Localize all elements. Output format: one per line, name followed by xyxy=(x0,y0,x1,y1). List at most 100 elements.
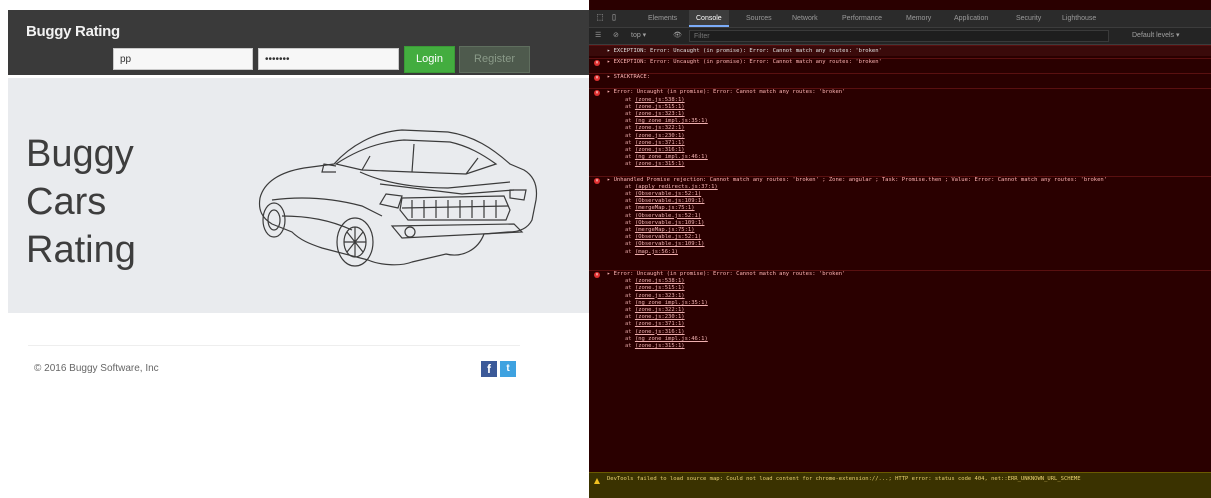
stack-frame-prefix: at xyxy=(625,205,635,212)
source-link[interactable]: (zone.js:315:1) xyxy=(635,343,685,349)
source-link[interactable]: (ng_zone_impl.js:46:1) xyxy=(635,154,708,160)
twitter-icon[interactable]: t xyxy=(500,361,516,377)
stack-frame: at (ng_zone_impl.js:35:1) xyxy=(607,118,1211,125)
source-link[interactable]: (mergeMap.js:75:1) xyxy=(635,205,695,211)
console-error: × ▸ Error: Uncaught (in promise): Error: … xyxy=(589,88,1211,173)
error-message-text[interactable]: ▸ Error: Uncaught (in promise): Error: C… xyxy=(607,271,1211,278)
footer-divider xyxy=(28,345,520,346)
stack-frame: at (zone.js:316:1) xyxy=(607,329,1211,336)
brand-link[interactable]: Buggy Rating xyxy=(26,23,120,40)
device-toolbar-icon[interactable]: ▯ xyxy=(608,12,620,24)
stack-frame-prefix: at xyxy=(625,125,635,132)
console-filter-input[interactable]: Filter xyxy=(689,30,1109,42)
tab-sources[interactable]: Sources xyxy=(739,10,779,27)
login-field[interactable] xyxy=(113,48,253,70)
source-link[interactable]: (mergeMap.js:75:1) xyxy=(635,227,695,233)
error-message-text[interactable]: ▸ STACKTRACE: xyxy=(607,74,1211,81)
source-link[interactable]: (zone.js:371:1) xyxy=(635,140,685,146)
stack-frame: at (mergeMap.js:75:1) xyxy=(607,227,1211,234)
tab-console[interactable]: Console xyxy=(689,10,729,27)
stack-frame: at (ng_zone_impl.js:46:1) xyxy=(607,336,1211,343)
stack-frame: at (zone.js:538:1) xyxy=(607,278,1211,285)
context-selector[interactable]: top ▾ xyxy=(631,30,646,42)
stack-frame-prefix: at xyxy=(625,227,635,234)
log-levels-dropdown[interactable]: Default levels ▾ xyxy=(1132,30,1179,42)
error-message-text[interactable]: ▸ Unhandled Promise rejection: Cannot ma… xyxy=(607,177,1211,184)
error-icon: × xyxy=(594,177,600,184)
source-link[interactable]: (zone.js:515:1) xyxy=(635,104,685,110)
source-link[interactable]: (zone.js:371:1) xyxy=(635,321,685,327)
source-link[interactable]: (Observable.js:109:1) xyxy=(635,198,705,204)
tab-elements[interactable]: Elements xyxy=(641,10,684,27)
tab-application[interactable]: Application xyxy=(947,10,995,27)
source-link[interactable]: (zone.js:515:1) xyxy=(635,285,685,291)
tab-security[interactable]: Security xyxy=(1009,10,1048,27)
error-icon: × xyxy=(594,90,600,97)
source-link[interactable]: (zone.js:322:1) xyxy=(635,307,685,313)
devtools-tabbar: ⬚ ▯ Elements Console Sources Network Perform… xyxy=(589,10,1211,28)
stack-frame-prefix: at xyxy=(625,96,635,103)
login-button[interactable]: Login xyxy=(404,46,455,73)
stack-frame-prefix: at xyxy=(625,154,635,161)
stack-frame: at (Observable.js:52:1) xyxy=(607,213,1211,220)
source-link[interactable]: (Observable.js:109:1) xyxy=(635,241,705,247)
console-error: × ▸ Error: Uncaught (in promise): Error: … xyxy=(589,270,1211,355)
error-message-text[interactable]: ▸ EXCEPTION: Error: Uncaught (in promise… xyxy=(607,59,1211,66)
register-button[interactable]: Register xyxy=(459,46,530,73)
source-link[interactable]: (Observable.js:52:1) xyxy=(635,191,701,197)
tab-memory[interactable]: Memory xyxy=(899,10,938,27)
source-link[interactable]: (Observable.js:52:1) xyxy=(635,213,701,219)
inspect-element-icon[interactable]: ⬚ xyxy=(594,12,606,24)
stack-frame: at (Observable.js:52:1) xyxy=(607,191,1211,198)
source-link[interactable]: (zone.js:230:1) xyxy=(635,314,685,320)
stack-frame-prefix: at xyxy=(625,118,635,125)
stack-frame-prefix: at xyxy=(625,292,635,299)
tab-network[interactable]: Network xyxy=(785,10,825,27)
sidebar-toggle-icon[interactable]: ☰ xyxy=(595,30,601,42)
stack-frame-prefix: at xyxy=(625,139,635,146)
source-link[interactable]: (zone.js:538:1) xyxy=(635,97,685,103)
tab-performance[interactable]: Performance xyxy=(835,10,889,27)
source-link[interactable]: (map.js:56:1) xyxy=(635,249,678,255)
stack-frame: at (zone.js:316:1) xyxy=(607,147,1211,154)
stack-frame-prefix: at xyxy=(625,343,635,350)
source-link[interactable]: (zone.js:230:1) xyxy=(635,133,685,139)
tab-lighthouse[interactable]: Lighthouse xyxy=(1055,10,1103,27)
stack-frame-prefix: at xyxy=(625,219,635,226)
stack-frame: at (Observable.js:52:1) xyxy=(607,234,1211,241)
error-icon: × xyxy=(594,60,600,66)
facebook-icon[interactable]: f xyxy=(481,361,497,377)
stack-frame: at (zone.js:230:1) xyxy=(607,314,1211,321)
source-link[interactable]: (ng_zone_impl.js:35:1) xyxy=(635,300,708,306)
source-link[interactable]: (ng_zone_impl.js:35:1) xyxy=(635,118,708,124)
source-link[interactable]: (ng_zone_impl.js:46:1) xyxy=(635,336,708,342)
error-message-text[interactable]: ▸ Error: Uncaught (in promise): Error: C… xyxy=(607,89,1211,96)
stack-frame-prefix: at xyxy=(625,328,635,335)
source-link[interactable]: (apply_redirects.js:37:1) xyxy=(635,184,718,190)
source-link[interactable]: (zone.js:323:1) xyxy=(635,111,685,117)
password-field[interactable] xyxy=(258,48,399,70)
stack-frame: at (zone.js:230:1) xyxy=(607,133,1211,140)
console-error: × ▸ Unhandled Promise rejection: Cannot m… xyxy=(589,175,1211,268)
stack-frame-prefix: at xyxy=(625,103,635,110)
source-link[interactable]: (zone.js:316:1) xyxy=(635,329,685,335)
stack-frame: at (Observable.js:109:1) xyxy=(607,198,1211,205)
clear-console-icon[interactable]: ⊘ xyxy=(613,30,619,42)
console-error: × ▸ STACKTRACE: xyxy=(589,73,1211,86)
source-link[interactable]: (zone.js:316:1) xyxy=(635,147,685,153)
console-message-text: ▸ EXCEPTION: Error: Uncaught (in promise… xyxy=(607,48,882,54)
source-link[interactable]: (zone.js:322:1) xyxy=(635,125,685,131)
warning-icon xyxy=(594,478,600,484)
stack-frame-prefix: at xyxy=(625,212,635,219)
devtools-panel: ⬚ ▯ Elements Console Sources Network Perform… xyxy=(589,0,1211,498)
source-link[interactable]: (zone.js:323:1) xyxy=(635,293,685,299)
source-link[interactable]: (Observable.js:52:1) xyxy=(635,234,701,240)
stack-frame-prefix: at xyxy=(625,321,635,328)
stack-frame-prefix: at xyxy=(625,198,635,205)
stack-frame: at (zone.js:323:1) xyxy=(607,111,1211,118)
source-link[interactable]: (Observable.js:109:1) xyxy=(635,220,705,226)
source-link[interactable]: (zone.js:538:1) xyxy=(635,278,685,284)
live-expression-icon[interactable]: 👁 xyxy=(673,30,682,42)
stack-frame: at (Observable.js:109:1) xyxy=(607,241,1211,248)
source-link[interactable]: (zone.js:315:1) xyxy=(635,161,685,167)
